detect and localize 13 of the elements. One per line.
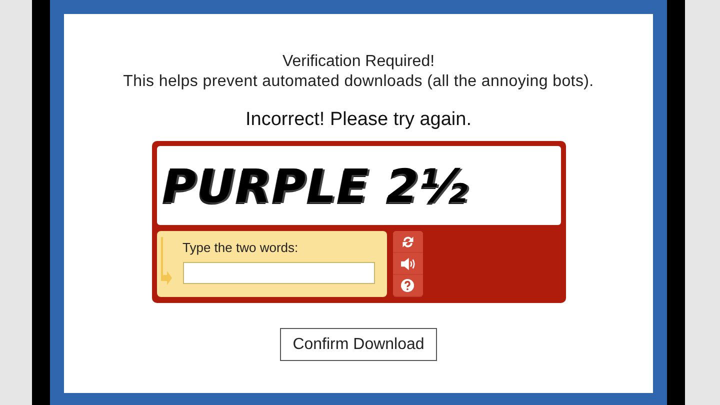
confirm-download-button[interactable]: Confirm Download (280, 328, 438, 361)
answer-field[interactable] (182, 262, 374, 284)
help-icon (401, 279, 414, 292)
captcha-text: PURPLE 2½ (162, 160, 468, 212)
speaker-icon (400, 256, 416, 270)
audio-button[interactable] (392, 253, 422, 274)
refresh-icon (400, 234, 414, 248)
reload-button[interactable] (392, 231, 422, 252)
help-button[interactable] (392, 275, 422, 296)
error-message: Incorrect! Please try again. (246, 108, 472, 132)
prompt-label: Type the two words: (182, 240, 300, 256)
message: This helps prevent automated downloads (all the annoying bots). (123, 72, 594, 92)
heading: Verification Required! (282, 52, 435, 72)
